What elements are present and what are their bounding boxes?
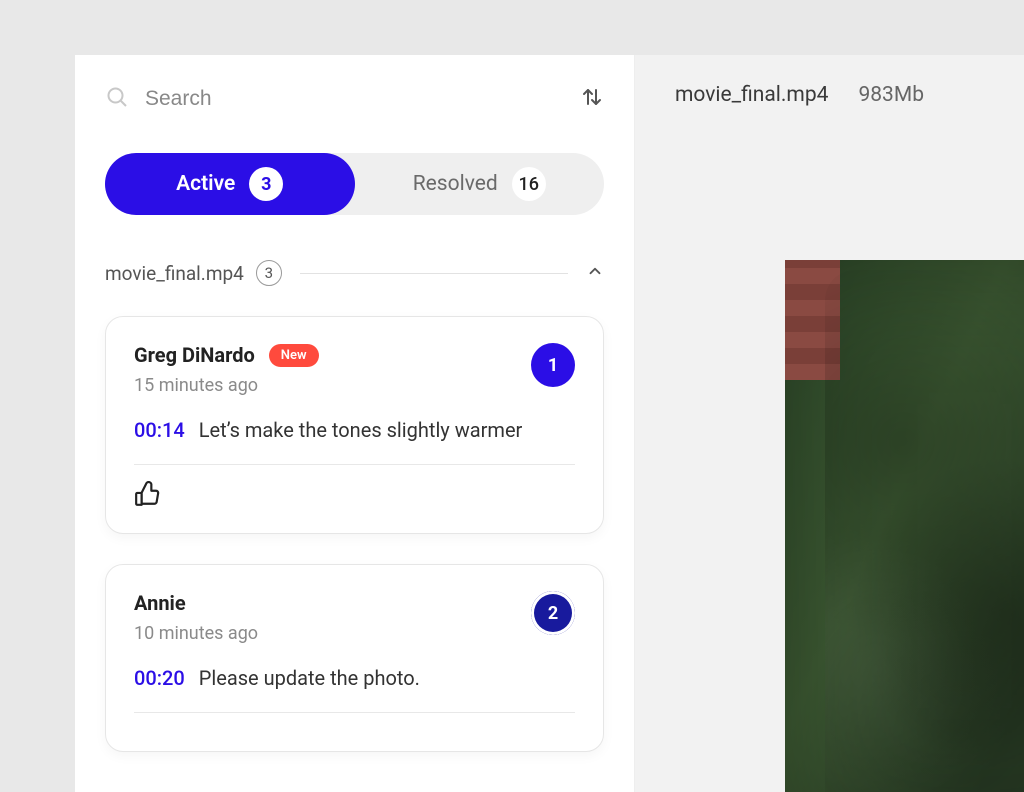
- comment-card[interactable]: Annie 10 minutes ago 2 00:20 Please upda…: [105, 564, 604, 752]
- comment-body: 00:14 Let’s make the tones slightly warm…: [134, 418, 575, 442]
- tab-active-count: 3: [249, 167, 283, 201]
- search-input[interactable]: [145, 87, 564, 111]
- comment-timestamp[interactable]: 00:20: [134, 666, 185, 690]
- file-section-count: 3: [256, 260, 282, 286]
- comment-meta: Annie 10 minutes ago: [134, 591, 258, 644]
- search-row: [105, 85, 604, 113]
- comment-author: Annie: [134, 591, 186, 615]
- preview-header: movie_final.mp4 983Mb: [635, 55, 1024, 135]
- comment-head: Annie 10 minutes ago 2: [134, 591, 575, 644]
- file-section-header[interactable]: movie_final.mp4 3: [105, 260, 604, 286]
- comment-marker[interactable]: 2: [531, 591, 575, 635]
- comment-marker[interactable]: 1: [531, 343, 575, 387]
- comment-body: 00:20 Please update the photo.: [134, 666, 575, 690]
- preview-viewport[interactable]: [635, 135, 1024, 792]
- thumbs-up-icon[interactable]: [134, 481, 160, 511]
- preview-pane: movie_final.mp4 983Mb: [635, 55, 1024, 792]
- comment-text: Let’s make the tones slightly warmer: [199, 418, 523, 442]
- video-frame: [785, 260, 1024, 792]
- divider: [134, 464, 575, 465]
- comment-timestamp[interactable]: 00:14: [134, 418, 185, 442]
- sort-icon[interactable]: [580, 85, 604, 113]
- tab-active[interactable]: Active 3: [105, 153, 355, 215]
- comment-meta: Greg DiNardo New 15 minutes ago: [134, 343, 319, 396]
- file-section-name: movie_final.mp4: [105, 262, 244, 285]
- comments-panel: Active 3 Resolved 16 movie_final.mp4 3: [75, 55, 635, 792]
- new-badge: New: [269, 344, 319, 367]
- chevron-up-icon[interactable]: [586, 262, 604, 284]
- comment-card[interactable]: Greg DiNardo New 15 minutes ago 1 00:14 …: [105, 316, 604, 534]
- tab-resolved[interactable]: Resolved 16: [355, 153, 605, 215]
- divider: [134, 712, 575, 713]
- comment-author: Greg DiNardo: [134, 343, 255, 367]
- app-window: Active 3 Resolved 16 movie_final.mp4 3: [75, 55, 1024, 792]
- comment-text: Please update the photo.: [199, 666, 420, 690]
- comment-head: Greg DiNardo New 15 minutes ago 1: [134, 343, 575, 396]
- preview-file-size: 983Mb: [858, 83, 924, 107]
- preview-file-name: movie_final.mp4: [675, 83, 828, 107]
- comment-timeago: 10 minutes ago: [134, 623, 258, 644]
- tab-resolved-count: 16: [512, 167, 546, 201]
- status-tabs: Active 3 Resolved 16: [105, 153, 604, 215]
- comment-timeago: 15 minutes ago: [134, 375, 319, 396]
- divider: [300, 273, 568, 274]
- tab-resolved-label: Resolved: [413, 172, 498, 196]
- tab-active-label: Active: [176, 172, 235, 196]
- search-icon: [105, 85, 129, 113]
